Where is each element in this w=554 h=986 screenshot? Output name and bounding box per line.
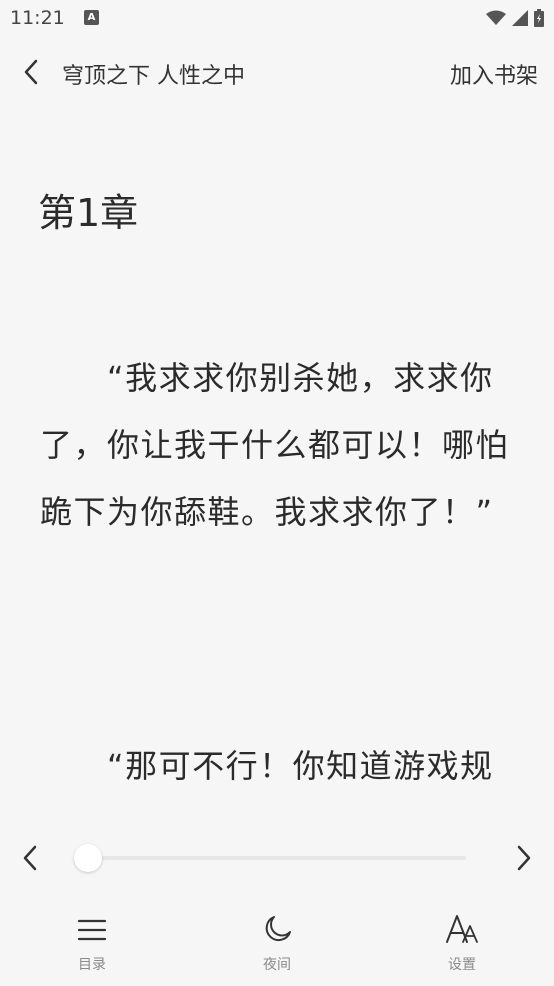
status-bar: 11:21 A bbox=[0, 0, 554, 36]
font-size-icon bbox=[446, 915, 478, 943]
back-button[interactable] bbox=[16, 56, 48, 88]
app-notification-icon: A bbox=[84, 10, 99, 25]
battery-icon bbox=[534, 9, 544, 27]
chapter-title: 第1章 bbox=[38, 191, 139, 235]
toc-button[interactable]: 目录 bbox=[47, 912, 137, 984]
toc-label: 目录 bbox=[78, 957, 106, 973]
book-title: 穹顶之下 人性之中 bbox=[62, 64, 245, 89]
add-to-shelf-button[interactable]: 加入书架 bbox=[450, 58, 538, 90]
chapter-progress-track[interactable] bbox=[88, 856, 466, 860]
menu-icon bbox=[77, 919, 107, 941]
night-mode-button[interactable]: 夜间 bbox=[232, 912, 322, 984]
wifi-icon bbox=[486, 10, 506, 25]
moon-icon bbox=[265, 916, 291, 942]
settings-button[interactable]: 设置 bbox=[417, 912, 507, 984]
chevron-left-icon bbox=[23, 845, 37, 871]
paragraph: “那可不行！你知道游戏规 bbox=[40, 747, 494, 785]
signal-icon bbox=[512, 10, 528, 26]
previous-chapter-button[interactable] bbox=[14, 840, 48, 876]
status-indicators bbox=[486, 8, 544, 28]
night-label: 夜间 bbox=[263, 957, 291, 973]
status-time: 11:21 bbox=[10, 7, 65, 29]
top-bar: 穹顶之下 人性之中 加入书架 bbox=[0, 42, 554, 100]
settings-label: 设置 bbox=[448, 957, 476, 973]
next-chapter-button[interactable] bbox=[506, 840, 540, 876]
chapter-progress-thumb[interactable] bbox=[74, 844, 102, 872]
chevron-left-icon bbox=[24, 59, 38, 85]
paragraph: “我求求你别杀她，求求你了，你让我干什么都可以！哪怕跪下为你舔鞋。我求求你了！” bbox=[40, 359, 510, 531]
chevron-right-icon bbox=[517, 845, 531, 871]
